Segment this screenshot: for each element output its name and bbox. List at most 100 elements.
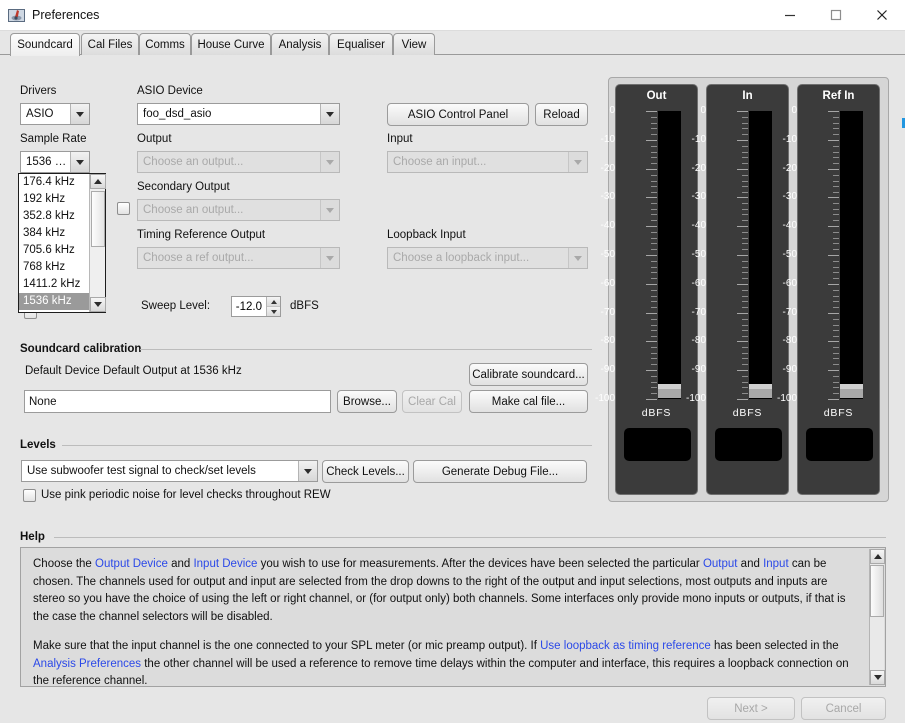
- sample-rate-option[interactable]: 352.8 kHz: [19, 208, 89, 225]
- meter-readout: [624, 428, 691, 461]
- secondary-output-checkbox[interactable]: [117, 202, 130, 215]
- meter-tick-major: [646, 255, 657, 256]
- asio-control-panel-button[interactable]: ASIO Control Panel: [387, 103, 529, 126]
- sample-rate-label: Sample Rate: [20, 133, 87, 145]
- generate-debug-file-button[interactable]: Generate Debug File...: [413, 460, 587, 483]
- asio-device-combo[interactable]: foo_dsd_asio: [137, 103, 340, 125]
- help-link[interactable]: Use loopback as timing reference: [540, 640, 711, 652]
- meter-tick-label: -10: [691, 134, 706, 145]
- sample-rate-option[interactable]: 1411.2 kHz: [19, 276, 89, 293]
- drivers-combo[interactable]: ASIO: [20, 103, 90, 125]
- input-combo[interactable]: Choose an input...: [387, 151, 588, 173]
- help-link[interactable]: Output Device: [95, 558, 168, 570]
- help-scrollbar[interactable]: [869, 549, 885, 685]
- meter-tick-major: [737, 140, 748, 141]
- meter-tick-major: [828, 111, 839, 112]
- sweep-level-units: dBFS: [290, 300, 319, 312]
- scroll-down-icon[interactable]: [870, 670, 885, 685]
- sample-rate-option[interactable]: 192 kHz: [19, 191, 89, 208]
- tab-view[interactable]: View: [393, 33, 435, 55]
- scroll-down-icon[interactable]: [90, 297, 106, 312]
- meter-tick-major: [737, 255, 748, 256]
- minimize-button[interactable]: [767, 0, 813, 30]
- meter-tick-minor: [742, 261, 748, 262]
- tab-analysis[interactable]: Analysis: [271, 33, 329, 55]
- meter-tick-minor: [651, 203, 657, 204]
- browse-button[interactable]: Browse...: [337, 390, 397, 413]
- help-paragraph-1: Choose the Output Device and Input Devic…: [33, 556, 853, 626]
- meter-tick-major: [737, 284, 748, 285]
- tab-soundcard[interactable]: Soundcard: [10, 33, 80, 56]
- pink-noise-checkbox[interactable]: [23, 489, 36, 502]
- reload-button[interactable]: Reload: [535, 103, 588, 126]
- meter-tick-label: -50: [691, 249, 706, 260]
- help-link[interactable]: Analysis Preferences: [33, 658, 141, 670]
- stepper-down-icon[interactable]: [267, 307, 280, 316]
- test-signal-combo[interactable]: Use subwoofer test signal to check/set l…: [21, 460, 318, 482]
- asio-device-value: foo_dsd_asio: [143, 108, 212, 120]
- check-levels-button[interactable]: Check Levels...: [322, 460, 409, 483]
- help-link[interactable]: Output: [703, 558, 738, 570]
- meter-tick-minor: [742, 181, 748, 182]
- close-button[interactable]: [859, 0, 905, 30]
- stepper-buttons[interactable]: [266, 297, 280, 316]
- output-combo[interactable]: Choose an output...: [137, 151, 340, 173]
- meter-tick-minor: [742, 152, 748, 153]
- output-label: Output: [137, 133, 172, 145]
- meter-readout: [715, 428, 782, 461]
- help-link[interactable]: Input: [763, 558, 789, 570]
- sample-rate-option[interactable]: 176.4 kHz: [19, 174, 89, 191]
- tab-label: View: [401, 38, 427, 51]
- make-cal-file-button[interactable]: Make cal file...: [469, 390, 588, 413]
- calibrate-soundcard-button[interactable]: Calibrate soundcard...: [469, 363, 588, 386]
- sweep-level-value[interactable]: -12.0: [232, 297, 266, 316]
- tab-house-curve[interactable]: House Curve: [191, 33, 271, 55]
- next-button[interactable]: Next >: [707, 697, 795, 720]
- maximize-button[interactable]: [813, 0, 859, 30]
- secondary-output-combo[interactable]: Choose an output...: [137, 199, 340, 221]
- meter-tick-label: -80: [600, 335, 615, 346]
- sample-rate-dropdown-list[interactable]: 176.4 kHz 192 kHz 352.8 kHz 384 kHz 705.…: [18, 173, 106, 313]
- meter-units: dBFS: [823, 407, 854, 419]
- scroll-up-icon[interactable]: [870, 549, 885, 564]
- tab-cal-files[interactable]: Cal Files: [81, 33, 139, 55]
- meter-tick-minor: [742, 272, 748, 273]
- stepper-up-icon[interactable]: [267, 297, 280, 307]
- scrollbar-thumb[interactable]: [870, 565, 884, 617]
- meter-tick-minor: [651, 209, 657, 210]
- sample-rate-option[interactable]: 768 kHz: [19, 259, 89, 276]
- dropdown-scrollbar[interactable]: [89, 174, 106, 312]
- help-link[interactable]: Input Device: [193, 558, 257, 570]
- scroll-up-icon[interactable]: [90, 174, 106, 189]
- sample-rate-option[interactable]: 384 kHz: [19, 225, 89, 242]
- meter-tick-minor: [742, 393, 748, 394]
- meter-tick-label: -40: [691, 220, 706, 231]
- sweep-level-label: Sweep Level:: [141, 300, 211, 312]
- meter-title: Out: [646, 90, 667, 102]
- sweep-level-stepper[interactable]: -12.0: [231, 296, 281, 317]
- meter-tick-minor: [742, 186, 748, 187]
- asio-device-label: ASIO Device: [137, 85, 203, 97]
- button-label: Cancel: [825, 702, 862, 715]
- sample-rate-option-selected[interactable]: 1536 kHz: [19, 293, 89, 310]
- meter-tick-minor: [651, 181, 657, 182]
- tab-equaliser[interactable]: Equaliser: [329, 33, 393, 55]
- cancel-button[interactable]: Cancel: [801, 697, 886, 720]
- loopback-input-combo[interactable]: Choose a loopback input...: [387, 247, 588, 269]
- timing-reference-output-combo[interactable]: Choose a ref output...: [137, 247, 340, 269]
- meter-tick-label: -90: [600, 364, 615, 375]
- meter-tick-minor: [651, 393, 657, 394]
- sample-rate-combo[interactable]: 1536 kHz: [20, 151, 90, 173]
- meter-tick-label: -30: [782, 191, 797, 202]
- scrollbar-thumb[interactable]: [91, 191, 105, 247]
- meter-tick-minor: [651, 296, 657, 297]
- clear-cal-button[interactable]: Clear Cal: [402, 390, 462, 413]
- cal-file-field[interactable]: None: [24, 390, 331, 413]
- tab-comms[interactable]: Comms: [139, 33, 191, 55]
- sample-rate-option[interactable]: 705.6 kHz: [19, 242, 89, 259]
- meter-bar: [749, 111, 772, 399]
- meter-bar: [658, 111, 681, 399]
- pink-noise-label: Use pink periodic noise for level checks…: [41, 489, 331, 501]
- chevron-down-icon: [568, 152, 587, 172]
- meter-tick-minor: [833, 152, 839, 153]
